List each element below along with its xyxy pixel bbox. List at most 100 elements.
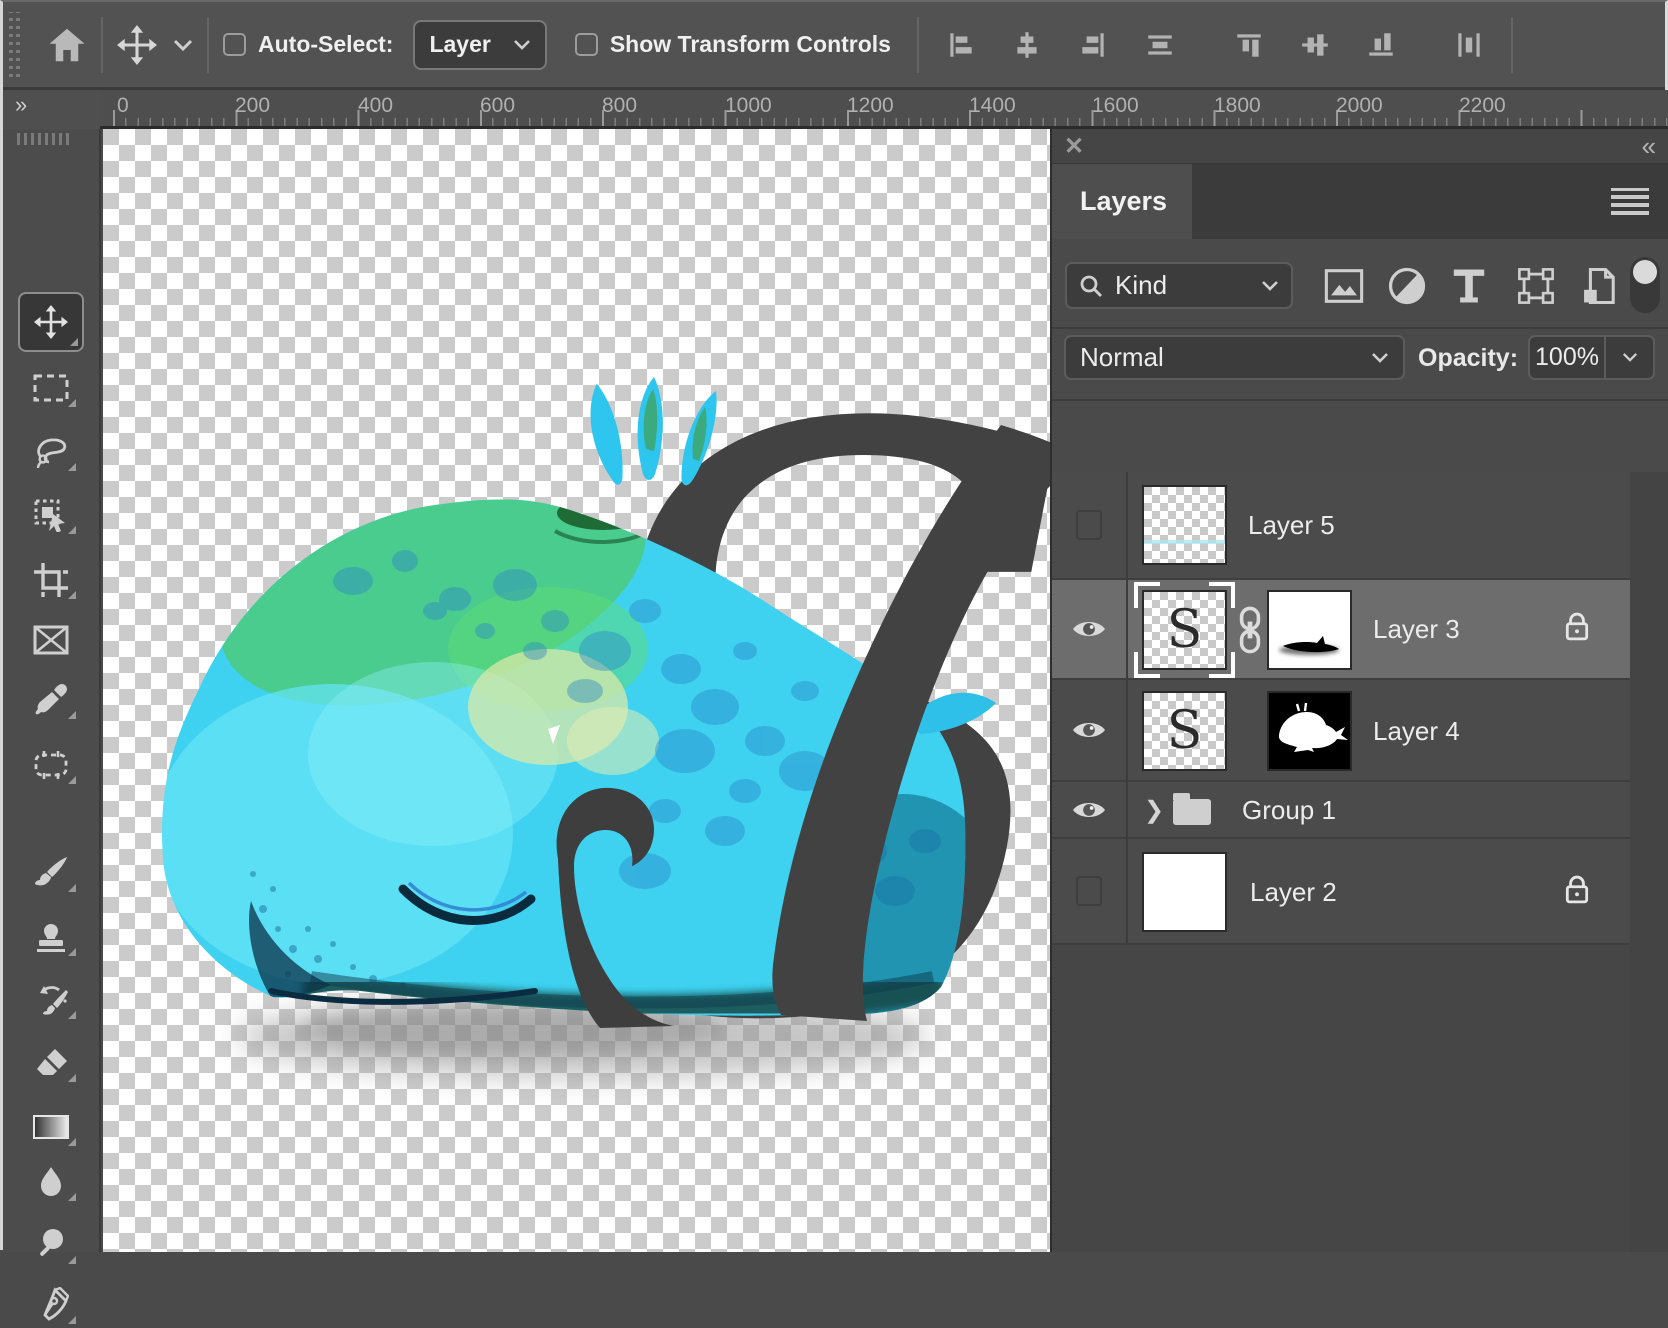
auto-select-dropdown[interactable]: Layer (413, 20, 546, 70)
patch-icon (32, 749, 70, 781)
crop-tool[interactable] (22, 557, 80, 603)
brush-tool[interactable] (22, 850, 80, 896)
layer-row-layer-3[interactable]: S Layer 3 (1052, 580, 1630, 680)
lasso-tool[interactable] (22, 429, 80, 475)
distribute-vertical-centers-icon[interactable] (1143, 29, 1177, 61)
shape-layer-filter-icon[interactable] (1516, 267, 1556, 305)
align-top-edges-icon[interactable] (1233, 29, 1265, 61)
layer-name[interactable]: Layer 3 (1373, 614, 1460, 645)
layer-name[interactable]: Group 1 (1242, 795, 1336, 826)
lasso-icon (33, 435, 69, 469)
expand-panels-icon[interactable]: » (15, 92, 25, 118)
pen-tool[interactable] (22, 1282, 80, 1328)
home-button[interactable] (47, 25, 87, 65)
collapse-panel-icon[interactable]: « (1642, 131, 1653, 162)
layers-tab-label: Layers (1080, 186, 1167, 217)
options-bar-grip[interactable] (9, 12, 21, 77)
tab-layers[interactable]: Layers (1052, 164, 1192, 239)
smart-object-filter-icon[interactable] (1580, 267, 1616, 305)
layer-thumbnail[interactable] (1142, 852, 1227, 932)
chevron-right-icon[interactable]: ❯ (1144, 796, 1164, 825)
ruler-label: 400 (358, 94, 393, 118)
align-right-edges-icon[interactable] (1077, 29, 1109, 61)
auto-select-value: Layer (429, 31, 490, 58)
blur-tool[interactable] (22, 1159, 80, 1205)
distribute-horizontal-centers-icon[interactable] (1453, 29, 1485, 61)
panel-scroll-gutter[interactable] (1630, 472, 1668, 1252)
water-drop-icon (36, 1165, 66, 1199)
align-left-edges-icon[interactable] (945, 29, 977, 61)
healing-patch-tool[interactable] (22, 742, 80, 788)
filter-kind-dropdown[interactable]: Kind (1065, 262, 1293, 309)
thumbnail-letter: S (1167, 600, 1203, 660)
pen-nib-icon (33, 1287, 69, 1323)
chevron-down-icon (1261, 280, 1279, 292)
object-selection-tool[interactable] (22, 492, 80, 538)
history-brush-tool[interactable] (22, 977, 80, 1023)
eyedropper-icon (34, 683, 68, 717)
opacity-value-box[interactable]: 100% (1528, 335, 1655, 380)
blend-mode-dropdown[interactable]: Normal (1064, 335, 1405, 380)
horizontal-ruler[interactable]: 0 200 400 600 800 1000 1200 1400 1600 18… (100, 90, 1668, 129)
show-transform-label: Show Transform Controls (610, 31, 891, 58)
eraser-tool[interactable] (22, 1040, 80, 1086)
layer-name[interactable]: Layer 2 (1250, 877, 1337, 908)
layer-row-group-1[interactable]: ❯ Group 1 (1052, 782, 1630, 839)
show-transform-checkbox[interactable] (575, 33, 598, 56)
visibility-toggle[interactable] (1052, 782, 1128, 837)
dodge-tool[interactable] (22, 1222, 80, 1268)
photoshop-window: Auto-Select: Layer Show Transform Contro… (0, 0, 1668, 1250)
layer-mask-thumbnail[interactable] (1267, 590, 1352, 670)
ruler-corner: » (3, 90, 100, 129)
panel-menu-icon[interactable] (1611, 188, 1649, 215)
layer-row-layer-2[interactable]: Layer 2 (1052, 839, 1630, 945)
align-horizontal-centers-icon[interactable] (1011, 29, 1043, 61)
gradient-tool[interactable] (22, 1104, 80, 1150)
layer-filter-toggle[interactable] (1630, 257, 1660, 313)
ruler-label: 1000 (725, 94, 772, 118)
visibility-toggle[interactable] (1052, 580, 1128, 678)
visibility-toggle[interactable] (1052, 680, 1128, 780)
align-buttons (945, 29, 1485, 61)
layer-thumbnail[interactable] (1142, 485, 1227, 565)
history-brush-icon (32, 982, 70, 1018)
layer-row-layer-5[interactable]: Layer 5 (1052, 472, 1630, 580)
current-tool-button[interactable] (117, 25, 193, 65)
auto-select-checkbox[interactable] (223, 33, 246, 56)
layer-mask-thumbnail[interactable] (1267, 691, 1352, 771)
crop-icon (33, 562, 69, 598)
brush-icon (33, 855, 69, 891)
ruler-label: 1800 (1214, 94, 1261, 118)
layer-name[interactable]: Layer 5 (1248, 510, 1335, 541)
rectangular-marquee-tool[interactable] (22, 365, 80, 411)
document-canvas[interactable]: S (103, 129, 1050, 1252)
visibility-toggle[interactable] (1052, 472, 1128, 578)
ruler-label: 800 (602, 94, 637, 118)
artwork: S (103, 129, 1050, 1252)
link-icon[interactable] (1238, 606, 1262, 654)
clone-stamp-tool[interactable] (22, 914, 80, 960)
thumbnail-content (1144, 540, 1225, 544)
options-bar: Auto-Select: Layer Show Transform Contro… (3, 2, 1665, 90)
clone-stamp-icon (33, 919, 69, 955)
adjustment-layer-filter-icon[interactable] (1388, 267, 1426, 305)
layer-name[interactable]: Layer 4 (1373, 716, 1460, 747)
move-tool[interactable] (18, 292, 84, 352)
object-selection-icon (33, 498, 69, 532)
thumbnail-letter: S (1167, 701, 1203, 761)
layer-thumbnail[interactable]: S (1142, 691, 1227, 771)
eyedropper-tool[interactable] (22, 677, 80, 723)
frame-tool[interactable] (22, 617, 80, 663)
type-layer-filter-icon[interactable] (1451, 267, 1487, 305)
layer-thumbnail[interactable]: S (1142, 590, 1227, 670)
ruler-label: 1600 (1092, 94, 1139, 118)
close-icon[interactable]: ✕ (1064, 132, 1084, 161)
align-vertical-centers-icon[interactable] (1299, 29, 1331, 61)
chevron-down-icon[interactable] (173, 38, 193, 52)
align-bottom-edges-icon[interactable] (1365, 29, 1397, 61)
visibility-toggle[interactable] (1052, 839, 1128, 943)
pixel-layer-filter-icon[interactable] (1324, 267, 1364, 305)
frame-icon (32, 624, 70, 656)
toolbar-grip[interactable] (17, 133, 73, 145)
layer-row-layer-4[interactable]: S Layer 4 (1052, 680, 1630, 782)
